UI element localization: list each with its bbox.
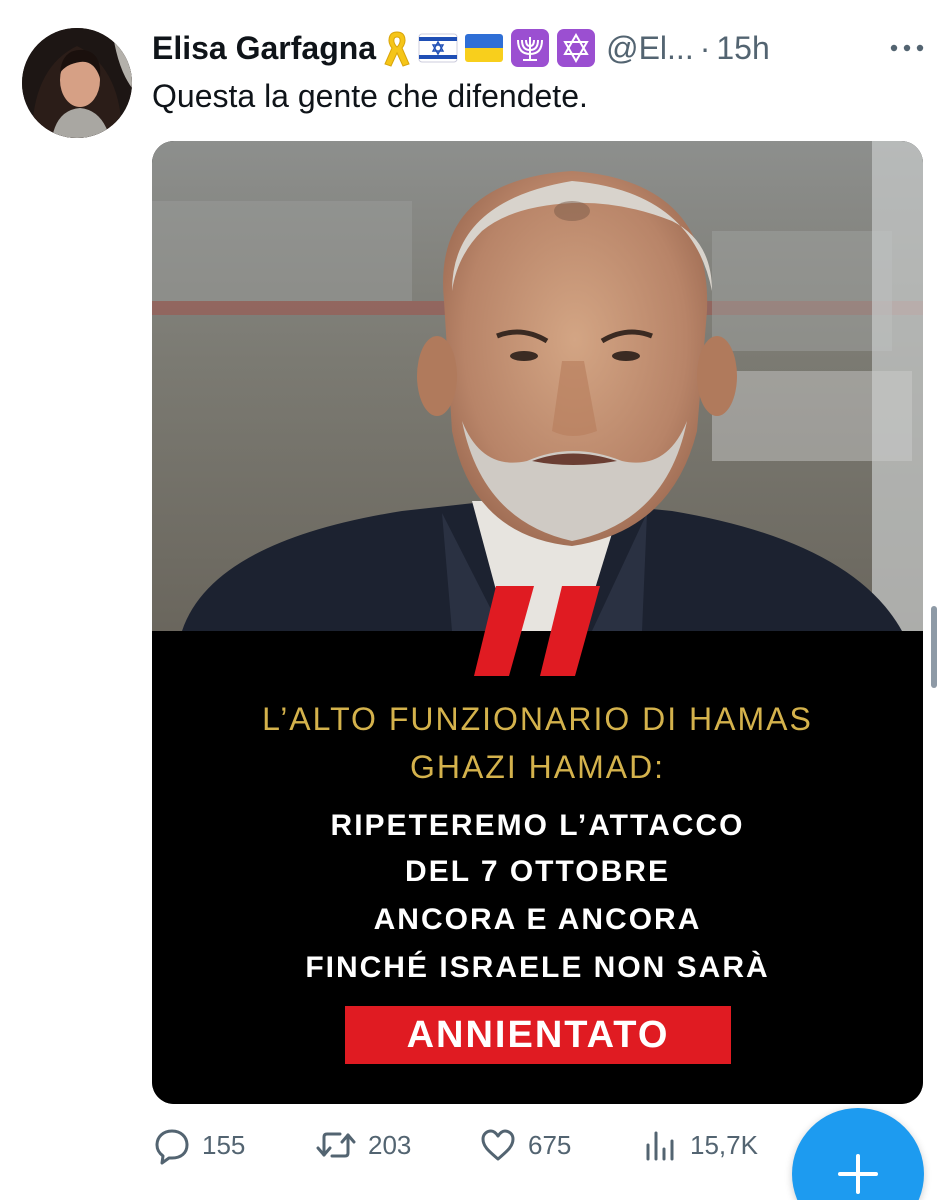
quote-mark-icon [474, 586, 600, 676]
more-options-icon[interactable] [889, 26, 925, 70]
reply-button[interactable]: 155 [152, 1122, 245, 1168]
tweet-header: Elisa Garfagna @El... · 15h [152, 26, 925, 70]
ukraine-flag-icon [464, 33, 504, 63]
caption-white-line-1: RIPETEREMO L’ATTACCO [330, 809, 745, 842]
author-name[interactable]: Elisa Garfagna [152, 30, 376, 67]
views-count: 15,7K [690, 1129, 758, 1160]
like-button[interactable]: 675 [478, 1122, 571, 1168]
caption-white-line-4: FINCHÉ ISRAELE NON SARÀ [305, 951, 770, 984]
views-icon [646, 1131, 674, 1161]
israel-flag-icon [418, 33, 458, 63]
avatar[interactable] [22, 28, 132, 138]
photo-portrait [152, 141, 923, 631]
repost-icon [316, 1132, 356, 1158]
like-count: 675 [528, 1129, 572, 1160]
tweet-text: Questa la gente che difendete. [152, 78, 588, 114]
caption-white-line-3: ANCORA E ANCORA [373, 903, 702, 936]
star-of-david-icon [556, 28, 596, 68]
reply-icon [155, 1129, 189, 1165]
menorah-icon [510, 28, 550, 68]
plus-icon [838, 1154, 878, 1194]
scrollbar-thumb[interactable] [931, 606, 937, 688]
tweet-timestamp[interactable]: 15h [716, 30, 769, 67]
repost-button[interactable]: 203 [314, 1122, 411, 1168]
caption-gold-line-2: GHAZI HAMAD: [409, 749, 666, 785]
yellow-ribbon-icon [382, 28, 412, 68]
heart-icon [481, 1129, 515, 1161]
caption-gold-line-1: L’ALTO FUNZIONARIO DI HAMAS [262, 701, 813, 737]
author-handle[interactable]: @El... [606, 30, 694, 67]
repost-count: 203 [368, 1129, 412, 1160]
reply-count: 155 [202, 1129, 246, 1160]
tweet[interactable]: Elisa Garfagna @El... · 15h Questa la ge… [0, 0, 945, 1200]
caption-white-line-2: DEL 7 OTTOBRE [405, 855, 670, 888]
tweet-actions: 155 203 675 15,7K [152, 1122, 792, 1168]
highlight-annientato: ANNIENTATO [345, 1006, 731, 1064]
views-button[interactable]: 15,7K [640, 1122, 758, 1168]
separator-dot: · [699, 29, 711, 66]
compose-button[interactable] [792, 1108, 924, 1200]
tweet-media-image[interactable]: L’ALTO FUNZIONARIO DI HAMAS GHAZI HAMAD:… [152, 141, 923, 1104]
